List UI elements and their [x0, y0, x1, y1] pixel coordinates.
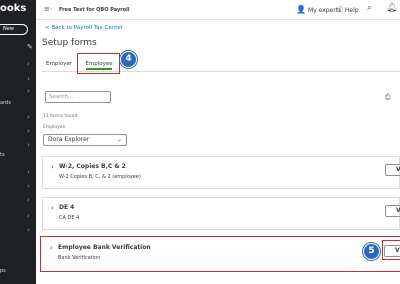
company-name: Free Test for QBO Payroll [59, 7, 130, 13]
expand-chevron-icon[interactable]: › [51, 204, 54, 212]
print-icon[interactable]: ⎙ [385, 93, 391, 102]
help-button[interactable]: ⓘ Help [337, 5, 359, 14]
chevron-right-icon[interactable]: › [27, 127, 30, 135]
my-experts-button[interactable]: 👤 My experts [296, 5, 341, 14]
chevron-right-icon[interactable]: › [27, 212, 30, 220]
highlight-box-tab [77, 53, 120, 74]
search-input[interactable]: Search... [45, 91, 111, 103]
chevron-right-icon[interactable]: › [27, 60, 30, 68]
form-card-de4[interactable]: › DE 4 CA DE 4 Vi [42, 197, 400, 230]
chevron-right-icon[interactable]: › [27, 141, 30, 149]
employee-label: Employee [43, 125, 66, 130]
edit-pencil-icon[interactable]: ✎ [27, 43, 33, 51]
tab-employer[interactable]: Employer [46, 58, 72, 71]
forms-found-count: 11 forms found [43, 114, 78, 119]
chevron-right-icon[interactable]: › [27, 87, 30, 95]
view-button[interactable]: Vi [385, 205, 400, 217]
step-badge-5: 5 [363, 243, 380, 260]
employee-select[interactable]: Dora Explorer ⌄ [43, 134, 127, 146]
help-icon: ⓘ [337, 7, 345, 14]
back-link[interactable]: < Back to Payroll Tax Center [45, 25, 123, 31]
top-bar: ≡· Free Test for QBO Payroll 👤 My experts… [36, 0, 400, 20]
form-name: W-2, Copies B,C & 2 [59, 163, 126, 170]
sidebar-item-label[interactable]: ards [0, 100, 11, 106]
chevron-right-icon[interactable]: › [27, 75, 30, 83]
step-badge-4: 4 [120, 51, 137, 68]
bell-icon[interactable]: 🔔︎ [386, 3, 397, 13]
chevron-right-icon[interactable]: › [27, 168, 30, 176]
left-sidebar: ooks New ✎ › › › ards › › › ts › › › › ›… [0, 0, 36, 284]
form-description: CA DE 4 [59, 215, 80, 221]
chevron-right-icon[interactable]: › [27, 182, 30, 190]
chevron-right-icon[interactable]: › [27, 196, 30, 204]
help-label: Help [344, 7, 359, 14]
highlight-box-form [40, 236, 400, 272]
page-title: Setup forms [42, 38, 97, 48]
person-icon: 👤 [296, 5, 306, 14]
sidebar-item-label[interactable]: ts [0, 152, 5, 158]
view-button[interactable]: Vi [385, 164, 400, 176]
search-icon[interactable]: ⌕ [367, 3, 372, 13]
form-card-w2[interactable]: › W-2, Copies B,C & 2 W-2 Copies B, C, &… [42, 156, 400, 189]
chevron-down-icon: ⌄ [116, 136, 122, 143]
highlight-box-view-button [382, 240, 400, 260]
menu-icon[interactable]: ≡· [44, 5, 52, 13]
expand-chevron-icon[interactable]: › [51, 163, 54, 171]
chevron-right-icon[interactable]: › [27, 226, 30, 234]
sidebar-item-label[interactable]: ps [0, 268, 6, 274]
new-button[interactable]: New [0, 24, 28, 35]
app-logo: ooks [0, 3, 27, 14]
form-name: DE 4 [59, 204, 75, 211]
employee-selected-value: Dora Explorer [48, 136, 90, 143]
form-description: W-2 Copies B, C, & 2 (employee) [59, 174, 141, 180]
chevron-right-icon[interactable]: › [27, 113, 30, 121]
